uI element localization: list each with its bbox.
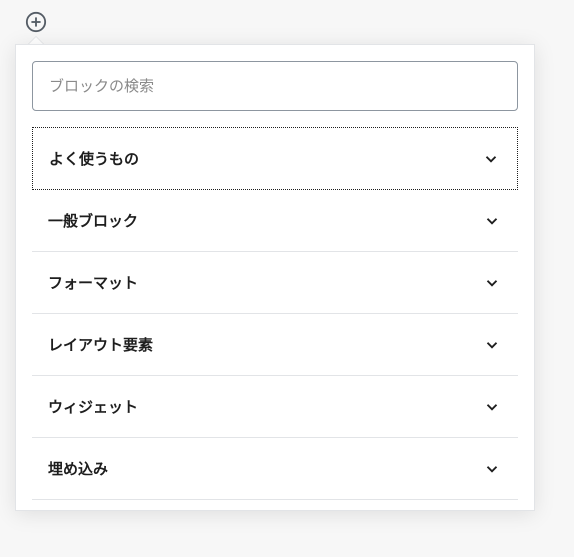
chevron-down-icon	[482, 273, 502, 293]
category-common-blocks[interactable]: 一般ブロック	[32, 190, 518, 252]
plus-circle-icon	[25, 11, 47, 33]
category-label: フォーマット	[48, 272, 138, 293]
category-widgets[interactable]: ウィジェット	[32, 376, 518, 438]
category-label: よく使うもの	[49, 148, 139, 169]
chevron-down-icon	[482, 335, 502, 355]
block-inserter-popover: よく使うもの 一般ブロック フォーマット レイアウト要素 ウィジェット	[15, 44, 535, 511]
popover-arrow	[28, 36, 44, 44]
chevron-down-icon	[482, 397, 502, 417]
add-block-button[interactable]	[24, 10, 48, 34]
category-label: レイアウト要素	[48, 334, 153, 355]
block-categories: よく使うもの 一般ブロック フォーマット レイアウト要素 ウィジェット	[16, 127, 534, 500]
chevron-down-icon	[481, 149, 501, 169]
search-container	[16, 45, 534, 127]
chevron-down-icon	[482, 459, 502, 479]
category-frequently-used[interactable]: よく使うもの	[32, 127, 518, 190]
category-formatting[interactable]: フォーマット	[32, 252, 518, 314]
category-label: ウィジェット	[48, 396, 138, 417]
category-layout-elements[interactable]: レイアウト要素	[32, 314, 518, 376]
category-label: 一般ブロック	[48, 210, 138, 231]
search-input[interactable]	[32, 61, 518, 111]
chevron-down-icon	[482, 211, 502, 231]
category-embeds[interactable]: 埋め込み	[32, 438, 518, 500]
category-label: 埋め込み	[48, 458, 108, 479]
